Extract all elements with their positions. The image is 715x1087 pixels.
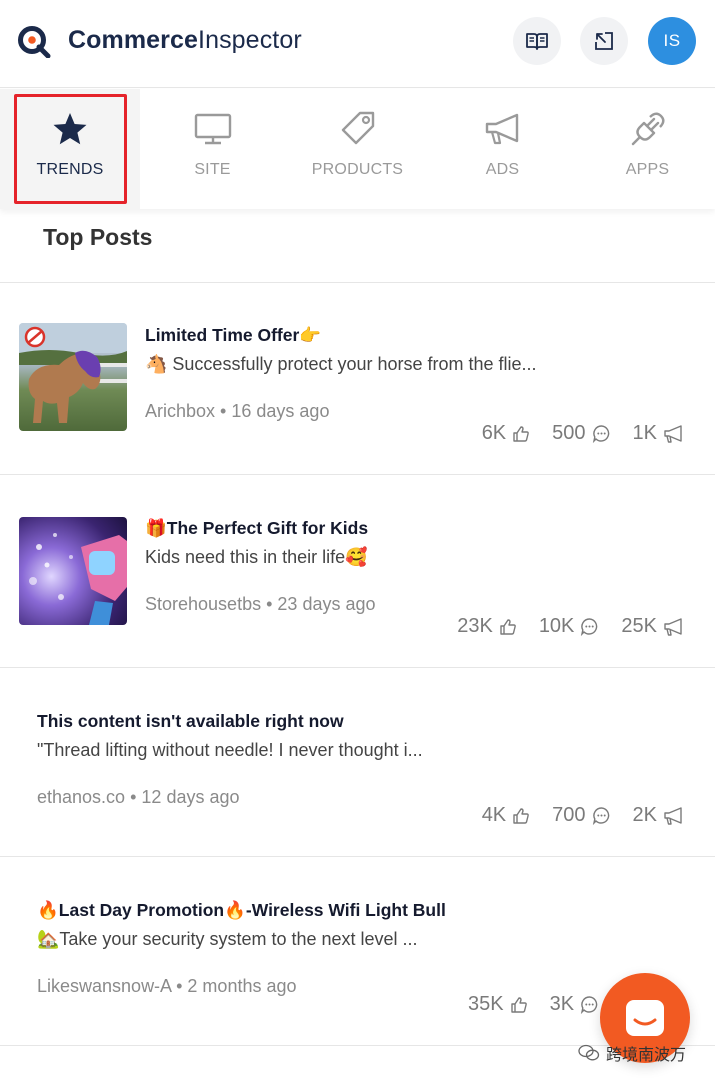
brand-name-bold: Commerce (68, 26, 199, 54)
comment-icon (592, 425, 609, 443)
post-description: 🐴 Successfully protect your horse from t… (145, 354, 537, 374)
external-link-icon (595, 32, 613, 50)
post-meta: Arichbox • 16 days ago (145, 401, 329, 422)
shares-count: 25K (621, 615, 657, 637)
post-title[interactable]: Limited Time Offer👉 (145, 325, 321, 346)
thumbs-up-icon (510, 996, 527, 1013)
tab-label-site: SITE (194, 161, 231, 178)
external-link-button[interactable] (580, 17, 628, 65)
post-title[interactable]: 🎁The Perfect Gift for Kids (145, 518, 368, 539)
likes-count: 4K (481, 804, 507, 826)
shares-stat: 2K (633, 804, 683, 827)
post-stats: 4K 700 2K (482, 804, 683, 827)
tab-label-ads: ADS (485, 161, 520, 178)
list-item[interactable]: Limited Time Offer👉 🐴 Successfully prote… (0, 283, 715, 475)
list-item[interactable]: 🎁The Perfect Gift for Kids Kids need thi… (0, 475, 715, 668)
likes-count: 6K (481, 422, 507, 444)
comment-icon (580, 996, 598, 1014)
thumbs-up-icon (513, 425, 529, 442)
user-avatar[interactable]: IS (648, 17, 696, 65)
shares-count: 1K (632, 422, 657, 444)
post-age: 16 days ago (231, 401, 330, 421)
likes-stat: 35K (468, 993, 528, 1016)
brand-name[interactable]: CommerceInspector (68, 26, 302, 55)
likes-count: 35K (468, 993, 504, 1015)
tab-label-products: PRODUCTS (311, 161, 404, 178)
post-stats: 6K 500 1K (482, 422, 683, 445)
section-title: Top Posts (43, 224, 153, 250)
watermark-text: 跨境南波万 (606, 1047, 687, 1064)
likes-stat: 6K (482, 422, 530, 445)
post-title[interactable]: 🔥Last Day Promotion🔥-Wireless Wifi Light… (37, 900, 446, 921)
post-source[interactable]: Storehousetbs (145, 594, 261, 614)
shares-stat: 25K (621, 615, 683, 638)
post-meta: ethanos.co • 12 days ago (37, 787, 240, 808)
thumbs-up-icon (500, 618, 516, 635)
post-source[interactable]: ethanos.co (37, 787, 125, 807)
megaphone-icon (664, 617, 682, 636)
meta-separator: • (176, 976, 183, 996)
post-title[interactable]: This content isn't available right now (37, 711, 344, 732)
book-icon (526, 33, 548, 50)
post-source[interactable]: Likeswansnow-A (37, 976, 171, 996)
post-description: Kids need this in their life🥰 (145, 547, 368, 567)
comments-stat: 700 (552, 804, 610, 827)
post-description: 🏡Take your security system to the next l… (37, 929, 418, 949)
comments-count: 3K (549, 993, 575, 1015)
meta-separator: • (266, 594, 273, 614)
brand-name-light: Inspector (198, 26, 302, 54)
logo-icon (18, 26, 51, 58)
thumbs-up-icon (513, 807, 529, 824)
comment-icon (581, 618, 598, 636)
chat-icon (626, 1000, 664, 1036)
nav-tabs: TRENDS SITE PRODUCTS ADS APPS (0, 89, 715, 209)
shares-stat: 1K (633, 422, 683, 445)
post-meta: Likeswansnow-A • 2 months ago (37, 976, 297, 997)
post-thumbnail (19, 517, 127, 625)
post-stats: 35K 3K (468, 993, 599, 1016)
likes-stat: 23K (457, 615, 517, 638)
post-thumbnail (19, 323, 127, 431)
tag-icon (341, 111, 374, 145)
likes-stat: 4K (482, 804, 530, 827)
app-header: CommerceInspector IS (0, 0, 715, 88)
plug-icon (631, 112, 664, 146)
monitor-icon (194, 113, 231, 145)
tab-label-trends: TRENDS (36, 161, 104, 178)
comment-icon (592, 807, 609, 825)
docs-button[interactable] (513, 17, 561, 65)
bubble-gun-image (29, 533, 127, 625)
post-description: "Thread lifting without needle! I never … (37, 740, 423, 760)
wechat-icon (578, 1044, 600, 1061)
likes-count: 23K (457, 615, 493, 637)
megaphone-icon (485, 113, 518, 145)
post-source[interactable]: Arichbox (145, 401, 215, 421)
tab-site[interactable]: SITE (140, 89, 285, 209)
post-age: 23 days ago (277, 594, 376, 614)
shares-count: 2K (632, 804, 657, 826)
comments-stat: 500 (552, 422, 610, 445)
comments-stat: 10K (539, 615, 600, 638)
megaphone-icon (664, 424, 682, 443)
meta-separator: • (220, 401, 227, 421)
tab-apps[interactable]: APPS (575, 89, 715, 209)
post-age: 2 months ago (187, 976, 297, 996)
horse-image (19, 323, 127, 423)
comments-count: 700 (552, 804, 586, 826)
comments-count: 10K (538, 615, 575, 637)
comments-count: 500 (552, 422, 586, 444)
meta-separator: • (130, 787, 137, 807)
tab-products[interactable]: PRODUCTS (285, 89, 430, 209)
tab-ads[interactable]: ADS (430, 89, 575, 209)
list-item[interactable]: This content isn't available right now "… (0, 668, 715, 857)
post-stats: 23K 10K 25K (457, 615, 683, 638)
post-meta: Storehousetbs • 23 days ago (145, 594, 376, 615)
megaphone-icon (664, 806, 682, 825)
star-icon (53, 113, 87, 145)
tab-trends[interactable]: TRENDS (0, 89, 140, 209)
tab-label-apps: APPS (625, 161, 670, 178)
watermark: 跨境南波万 (578, 1041, 686, 1065)
post-age: 12 days ago (141, 787, 240, 807)
comments-stat: 3K (550, 993, 599, 1016)
